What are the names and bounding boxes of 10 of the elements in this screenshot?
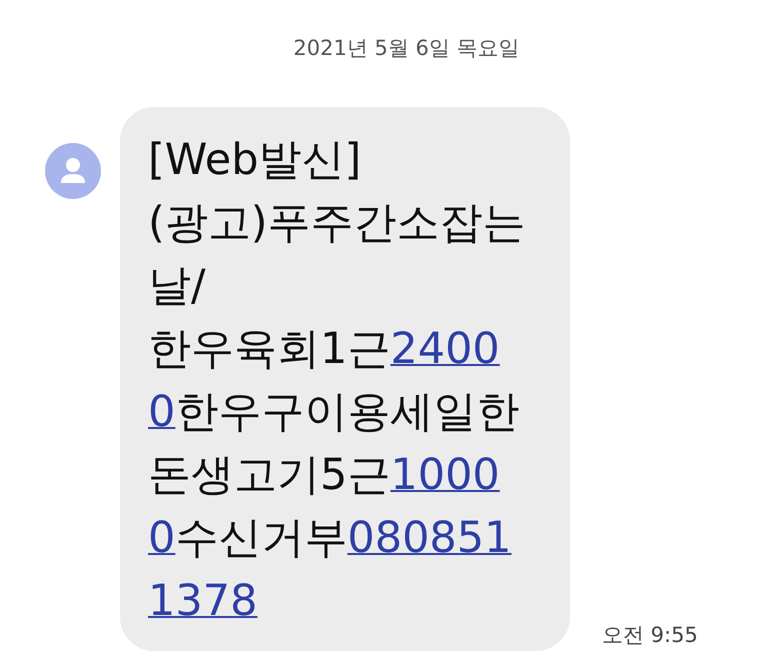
- number-link[interactable]: 080851: [347, 513, 512, 563]
- avatar-icon[interactable]: [45, 143, 101, 199]
- number-link[interactable]: 1000: [390, 450, 500, 500]
- number-link[interactable]: 0: [148, 513, 176, 563]
- number-link[interactable]: 0: [148, 387, 176, 437]
- number-link[interactable]: 1378: [148, 576, 258, 626]
- time-label: 오전 9:55: [602, 622, 698, 649]
- message-text: [Web발신] (광고)푸주간소잡는 날/ 한우육회1근2400 0한우구이용세일한 돈생고기5근1000 0수신거부080851 1378: [148, 134, 527, 628]
- date-header: 2021년 5월 6일 목요일: [292, 35, 521, 62]
- number-link[interactable]: 2400: [390, 324, 500, 374]
